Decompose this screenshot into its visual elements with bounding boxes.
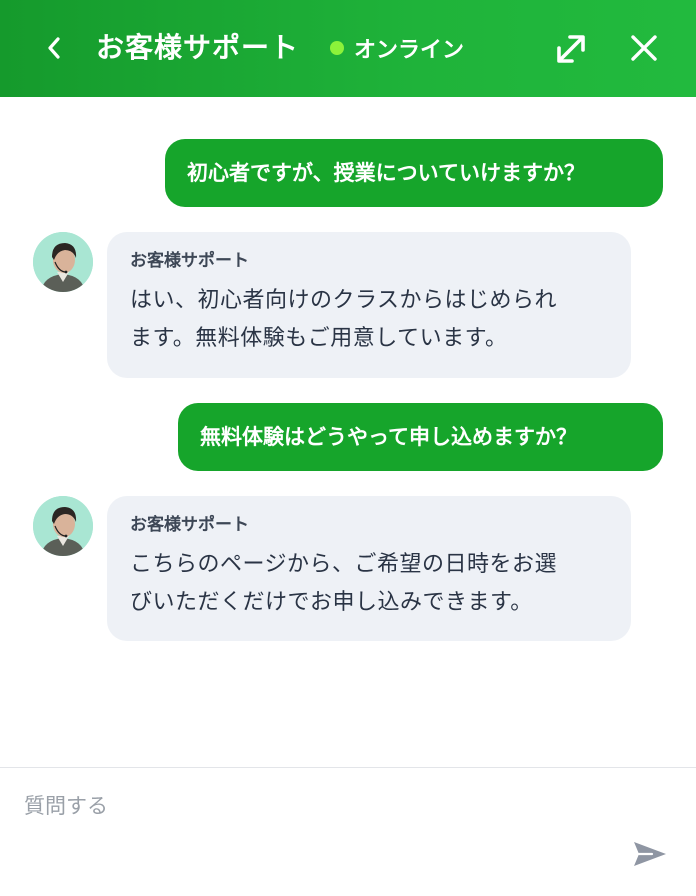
question-input[interactable] <box>24 786 584 826</box>
back-button[interactable] <box>34 28 74 68</box>
send-button[interactable] <box>630 836 670 872</box>
agent-sender-name: お客様サポート <box>130 251 249 271</box>
agent-avatar-image <box>33 232 93 292</box>
composer-divider <box>0 767 696 768</box>
agent-avatar <box>33 496 93 556</box>
chat-title: お客様サポート <box>96 31 300 64</box>
status-dot-icon <box>330 41 344 55</box>
agent-message: お客様サポート はい、初心者向けのクラスからはじめられ ます。無料体験もご用意し… <box>107 232 631 378</box>
agent-message-text: はい、初心者向けのクラスからはじめられ ます。無料体験もご用意しています。 <box>130 282 609 358</box>
expand-icon <box>557 35 585 63</box>
expand-button[interactable] <box>550 28 592 70</box>
agent-avatar-image <box>33 496 93 556</box>
status-label: オンライン <box>354 38 465 63</box>
agent-message: お客様サポート こちらのページから、ご希望の日時をお選 びいただくだけでお申し込… <box>107 496 631 641</box>
online-status: オンライン <box>330 30 464 66</box>
agent-message-line: はい、初心者向けのクラスからはじめられ <box>130 288 558 313</box>
chevron-left-icon <box>48 37 60 59</box>
send-icon <box>634 842 666 866</box>
chat-header: お客様サポート オンライン <box>0 0 696 97</box>
agent-message-text: こちらのページから、ご希望の日時をお選 びいただくだけでお申し込みできます。 <box>130 546 609 622</box>
agent-message-line: びいただくだけでお申し込みできます。 <box>130 590 533 615</box>
chat-widget: お客様サポート オンライン 初心者ですが、授業についていけますか？ お客様サポー… <box>0 0 696 896</box>
agent-sender-name: お客様サポート <box>130 515 249 535</box>
agent-message-line: こちらのページから、ご希望の日時をお選 <box>130 552 558 577</box>
close-button[interactable] <box>624 28 664 68</box>
user-message: 初心者ですが、授業についていけますか？ <box>165 139 663 207</box>
agent-avatar <box>33 232 93 292</box>
agent-message-line: ます。無料体験もご用意しています。 <box>130 326 508 351</box>
close-icon <box>631 35 657 61</box>
user-message: 無料体験はどうやって申し込めますか？ <box>178 403 663 471</box>
